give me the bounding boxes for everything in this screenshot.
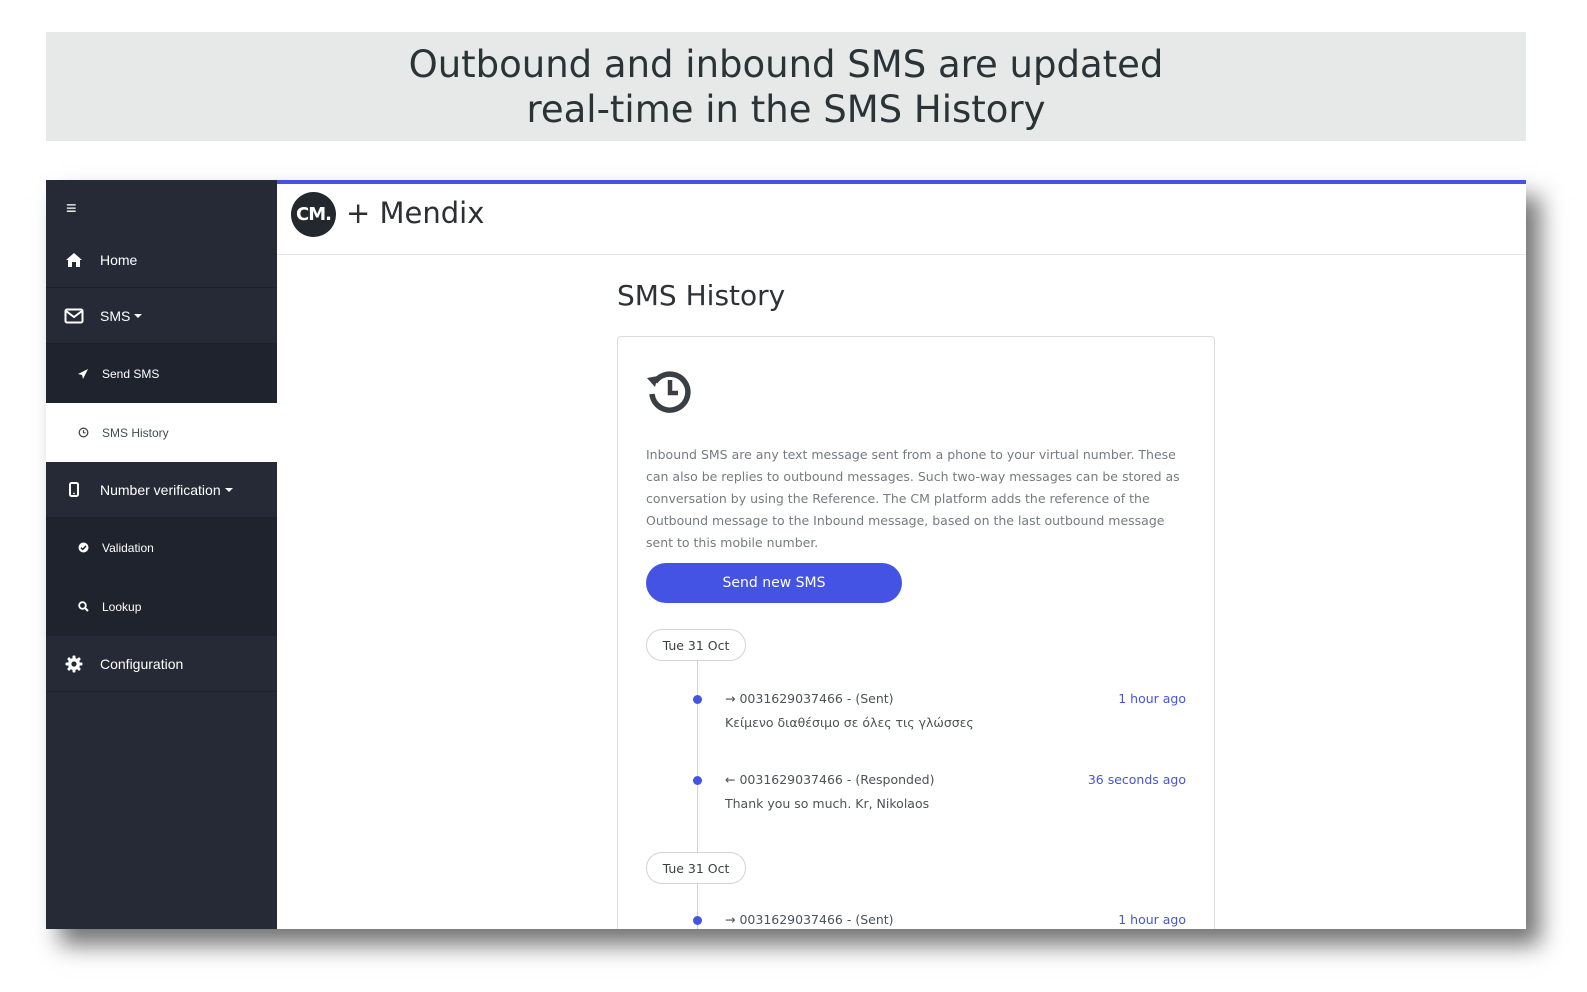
sms-entry-time[interactable]: 1 hour ago bbox=[1118, 912, 1186, 927]
chevron-down-icon bbox=[134, 313, 143, 318]
cm-logo[interactable]: CM. bbox=[291, 192, 336, 237]
app-window: ≡ Home SMS Send SMS SMS History Number v… bbox=[46, 180, 1526, 929]
date-badge: Tue 31 Oct bbox=[646, 629, 746, 661]
sidebar-item-label: Send SMS bbox=[102, 366, 160, 381]
page-title: SMS History bbox=[617, 279, 786, 312]
sidebar-item-sms[interactable]: SMS bbox=[46, 288, 277, 344]
history-card: Inbound SMS are any text message sent fr… bbox=[617, 336, 1215, 929]
main-content: CM. + Mendix SMS History Inbound SMS are… bbox=[277, 180, 1526, 929]
sms-entry-time[interactable]: 1 hour ago bbox=[1118, 691, 1186, 706]
inbound-arrow-icon: ← bbox=[725, 772, 736, 787]
sidebar-item-label: Home bbox=[100, 251, 138, 268]
send-icon bbox=[76, 368, 90, 380]
hamburger-icon[interactable]: ≡ bbox=[66, 198, 77, 218]
sidebar-item-validation[interactable]: Validation bbox=[46, 518, 277, 577]
sidebar-item-label: Configuration bbox=[100, 655, 184, 672]
sidebar-item-label: SMS bbox=[100, 307, 131, 324]
sidebar-item-number-verification[interactable]: Number verification bbox=[46, 462, 277, 518]
sidebar-item-label: Lookup bbox=[102, 599, 142, 614]
mobile-icon bbox=[64, 482, 84, 497]
banner-line-2: real-time in the SMS History bbox=[526, 87, 1046, 131]
sidebar-item-label: SMS History bbox=[102, 425, 169, 440]
brand-title: + Mendix bbox=[346, 196, 485, 230]
sidebar-item-lookup[interactable]: Lookup bbox=[46, 577, 277, 636]
app-header: CM. + Mendix bbox=[277, 184, 1526, 255]
sidebar-item-sms-history[interactable]: SMS History bbox=[46, 403, 277, 462]
send-new-sms-button[interactable]: Send new SMS bbox=[646, 563, 902, 603]
chevron-down-icon bbox=[224, 487, 233, 492]
search-icon bbox=[76, 601, 90, 612]
clock-icon bbox=[76, 427, 90, 438]
date-badge: Tue 31 Oct bbox=[646, 852, 746, 884]
sms-entry-header: → 0031629037466 - (Sent) bbox=[725, 912, 894, 927]
sidebar-item-label: Validation bbox=[102, 540, 154, 555]
timeline-dot bbox=[693, 916, 702, 925]
sms-entry-message: Κείμενο διαθέσιμο σε όλες τις γλώσσες bbox=[725, 715, 974, 730]
gear-icon bbox=[64, 655, 84, 673]
sms-entry-header: ← 0031629037466 - (Responded) bbox=[725, 772, 934, 787]
sms-entry-time[interactable]: 36 seconds ago bbox=[1088, 772, 1186, 787]
sms-entry-number: 0031629037466 - (Responded) bbox=[739, 772, 935, 787]
banner-line-1: Outbound and inbound SMS are updated bbox=[408, 42, 1164, 86]
sidebar: ≡ Home SMS Send SMS SMS History Number v… bbox=[46, 180, 277, 929]
sidebar-item-label: Number verification bbox=[100, 481, 221, 498]
sidebar-item-configuration[interactable]: Configuration bbox=[46, 636, 277, 692]
timeline-dot bbox=[693, 776, 702, 785]
envelope-icon bbox=[64, 308, 84, 324]
outbound-arrow-icon: → bbox=[725, 912, 736, 927]
promo-banner: Outbound and inbound SMS are updated rea… bbox=[46, 32, 1526, 141]
sms-entry-message: Thank you so much. Kr, Nikolaos bbox=[725, 796, 930, 811]
home-icon bbox=[64, 252, 84, 268]
history-description: Inbound SMS are any text message sent fr… bbox=[646, 447, 1180, 550]
check-circle-icon bbox=[76, 542, 90, 553]
sms-entry-number: 0031629037466 - (Sent) bbox=[739, 912, 894, 927]
sms-entry-header: → 0031629037466 - (Sent) bbox=[725, 691, 894, 706]
history-icon bbox=[647, 371, 691, 413]
timeline-dot bbox=[693, 695, 702, 704]
sidebar-item-send-sms[interactable]: Send SMS bbox=[46, 344, 277, 403]
sms-entry-number: 0031629037466 - (Sent) bbox=[739, 691, 894, 706]
sidebar-item-home[interactable]: Home bbox=[46, 232, 277, 288]
outbound-arrow-icon: → bbox=[725, 691, 736, 706]
